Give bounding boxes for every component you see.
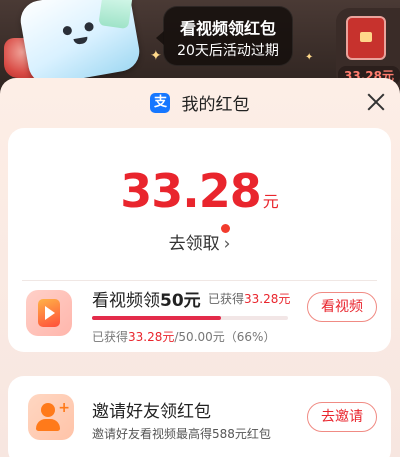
invite-friend-icon: + — [28, 394, 74, 440]
balance-card: 33.28 元 去领取 › 看视频领50元 已获得33.28元 已获得33.28元/… — [8, 128, 391, 352]
claim-label: 去领取 — [168, 234, 220, 254]
mascot-illustration — [17, 0, 143, 88]
balance-unit: 元 — [262, 192, 279, 211]
top-banner: ✦ ✦ 看视频领红包 20天后活动过期 33.28元 — [0, 0, 400, 90]
redpacket-sheet: 支 我的红包 33.28 元 去领取 › 看视频领50元 已获得33.28元 已… — [0, 78, 400, 457]
invite-card: + 邀请好友领红包 邀请好友看视频最高得588元红包 去邀请 — [8, 376, 391, 457]
promo-expiry: 20天后活动过期 — [177, 43, 279, 59]
balance-value: 33.28 — [120, 164, 262, 218]
video-task-row: 看视频领50元 已获得33.28元 已获得33.28元/50.00元（66%） … — [8, 286, 391, 352]
chevron-right-icon: › — [223, 234, 231, 254]
invite-button[interactable]: 去邀请 — [307, 402, 377, 432]
sheet-title: 我的红包 — [181, 95, 250, 115]
red-envelope-icon — [346, 16, 386, 60]
promo-bubble[interactable]: 看视频领红包 20天后活动过期 — [156, 6, 293, 66]
play-video-icon — [26, 290, 72, 336]
video-task-earned: 已获得33.28元 — [208, 292, 291, 306]
sheet-header: 支 我的红包 — [0, 90, 400, 116]
video-task-title: 看视频领50元 — [92, 291, 201, 311]
invite-subtitle: 邀请好友看视频最高得588元红包 — [92, 427, 271, 441]
watch-video-button[interactable]: 看视频 — [307, 292, 377, 322]
video-task-progress — [92, 316, 288, 320]
promo-title: 看视频领红包 — [179, 19, 276, 38]
claim-link[interactable]: 去领取 › — [8, 229, 391, 254]
invite-title: 邀请好友领红包 — [92, 402, 211, 422]
redpacket-widget[interactable]: 33.28元 — [336, 8, 400, 88]
balance-amount: 33.28 元 — [8, 164, 391, 218]
alipay-logo-icon: 支 — [150, 92, 171, 113]
divider — [22, 280, 377, 281]
video-task-progress-text: 已获得33.28元/50.00元（66%） — [92, 330, 276, 344]
progress-fill — [92, 316, 222, 320]
card-icon — [98, 0, 135, 30]
sparkle-icon: ✦ — [305, 52, 314, 63]
sparkle-icon: ✦ — [150, 48, 162, 64]
notification-dot — [221, 224, 230, 233]
close-icon[interactable] — [366, 92, 386, 112]
